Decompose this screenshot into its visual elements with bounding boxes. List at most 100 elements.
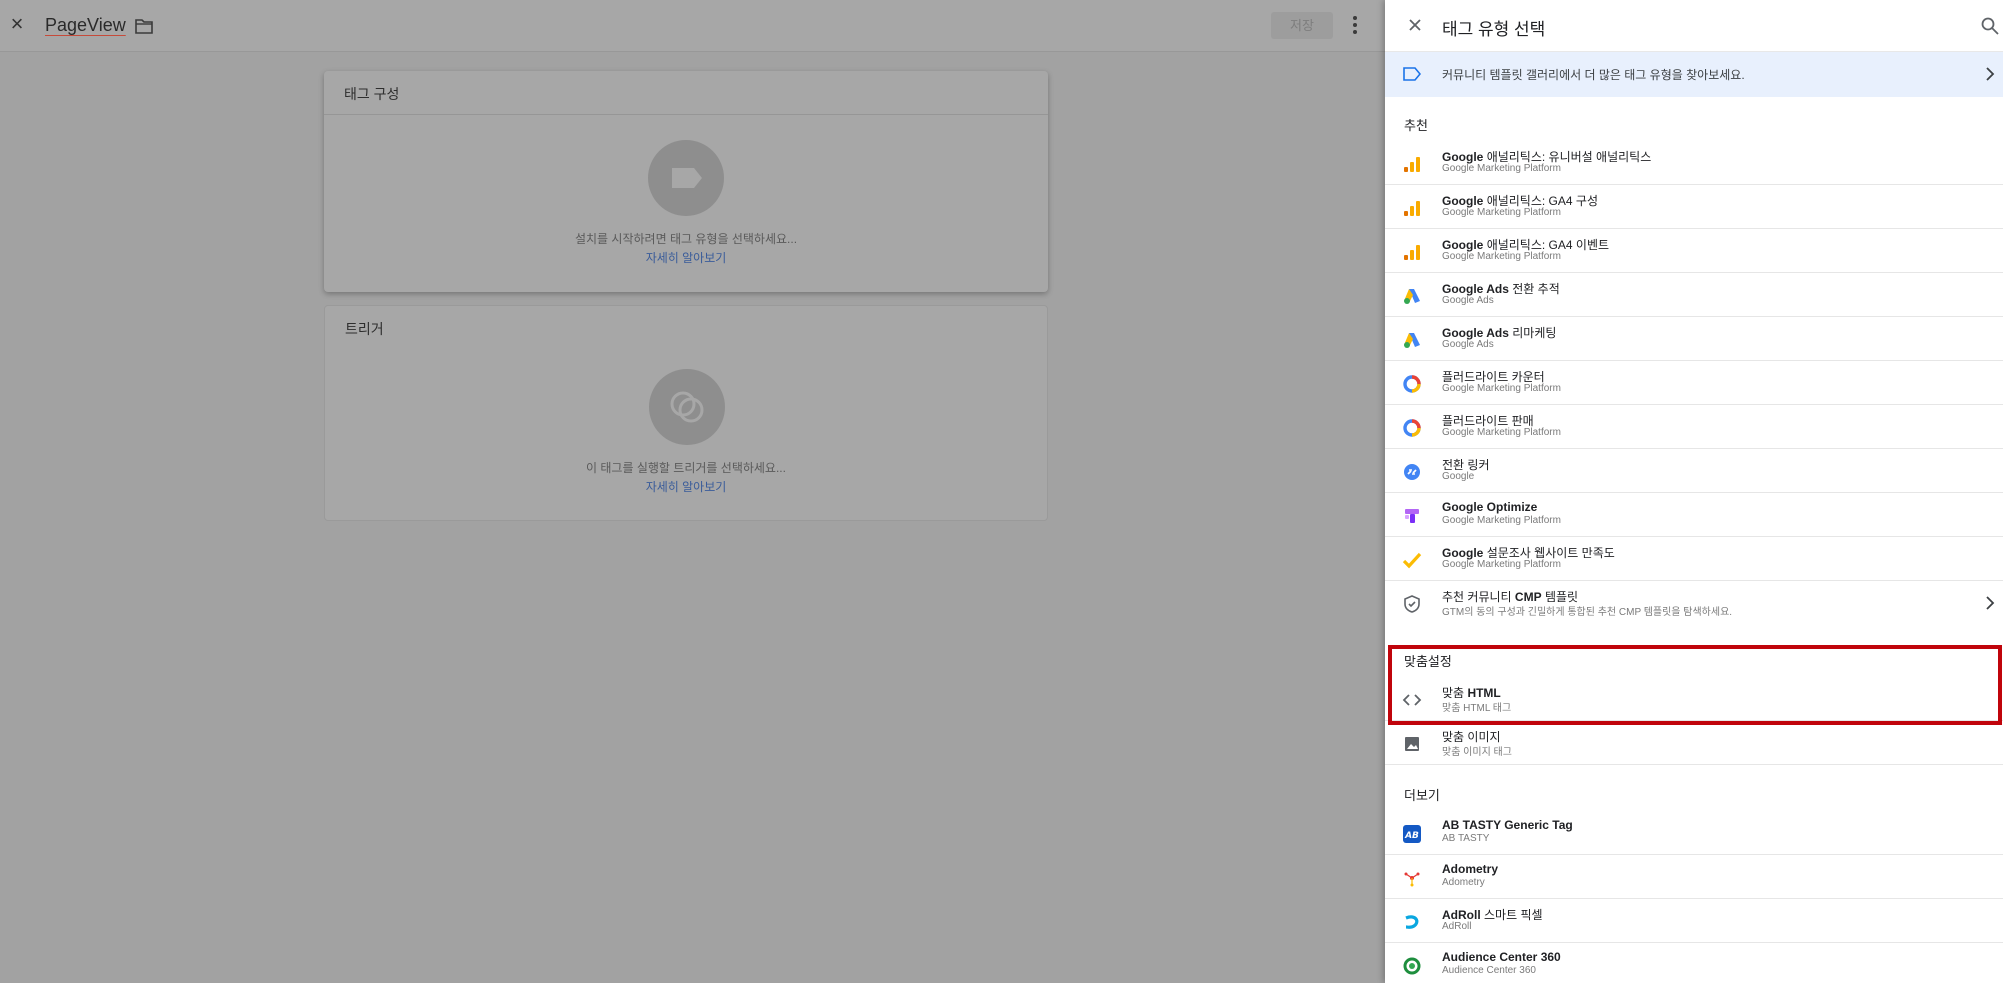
item-vendor: Google bbox=[1442, 471, 1475, 482]
panel-header: 태그 유형 선택 bbox=[1385, 0, 2003, 52]
more-vert-icon[interactable] bbox=[1348, 13, 1362, 37]
folder-icon[interactable] bbox=[135, 18, 153, 34]
list-item-adroll[interactable]: AdRoll 스마트 픽셀 AdRoll bbox=[1385, 899, 2003, 943]
list-item-ads-remarketing[interactable]: Google Ads 리마케팅 Google Ads bbox=[1385, 317, 2003, 361]
item-vendor: Adometry bbox=[1442, 877, 1485, 888]
item-description: 맞춤 이미지 태그 bbox=[1442, 747, 1512, 758]
list-item-custom-image[interactable]: 맞춤 이미지 맞춤 이미지 태그 bbox=[1385, 721, 2003, 765]
card-title: 태그 구성 bbox=[344, 86, 400, 102]
tag-configuration-card[interactable]: 태그 구성 설치를 시작하려면 태그 유형을 선택하세요... 자세히 알아보기 bbox=[324, 71, 1048, 292]
tag-name[interactable]: PageView bbox=[45, 15, 126, 36]
save-button[interactable]: 저장 bbox=[1271, 12, 1333, 39]
tag-placeholder-icon[interactable] bbox=[648, 140, 724, 216]
tag-outline-icon bbox=[1403, 67, 1421, 81]
analytics-icon bbox=[1404, 245, 1420, 260]
item-vendor: Google Marketing Platform bbox=[1442, 163, 1561, 174]
item-name-suffix: 템플릿 bbox=[1544, 590, 1579, 604]
shield-check-icon bbox=[1404, 595, 1420, 613]
image-icon bbox=[1405, 737, 1419, 751]
item-brand: HTML bbox=[1467, 686, 1501, 700]
list-item-optimize[interactable]: Google Optimize Google Marketing Platfor… bbox=[1385, 493, 2003, 537]
community-gallery-banner[interactable]: 커뮤니티 템플릿 갤러리에서 더 많은 태그 유형을 찾아보세요. bbox=[1385, 52, 2003, 97]
item-brand: Google Optimize bbox=[1442, 500, 1538, 514]
code-icon bbox=[1402, 694, 1422, 706]
item-name: 맞춤 이미지 bbox=[1442, 730, 1501, 744]
item-name: 플러드라이트 판매 bbox=[1442, 414, 1534, 428]
panel-title: 태그 유형 선택 bbox=[1442, 20, 1546, 39]
trigger-placeholder-icon[interactable] bbox=[649, 369, 725, 445]
conversion-linker-icon bbox=[1404, 464, 1420, 480]
list-item-ua[interactable]: Google 애널리틱스: 유니버설 애널리틱스 Google Marketin… bbox=[1385, 141, 2003, 185]
card-message: 설치를 시작하려면 태그 유형을 선택하세요... bbox=[574, 232, 798, 246]
adometry-icon bbox=[1404, 872, 1420, 887]
list-item-surveys[interactable]: Google 설문조사 웹사이트 만족도 Google Marketing Pl… bbox=[1385, 537, 2003, 581]
surveys-icon bbox=[1402, 552, 1422, 569]
item-brand: AdRoll bbox=[1442, 908, 1481, 922]
item-vendor: Google Marketing Platform bbox=[1442, 427, 1561, 438]
list-item-ga4-event[interactable]: Google 애널리틱스: GA4 이벤트 Google Marketing P… bbox=[1385, 229, 2003, 273]
search-icon[interactable] bbox=[1980, 16, 2000, 36]
item-brand: Google bbox=[1442, 194, 1484, 208]
item-name: 맞춤 bbox=[1442, 686, 1465, 700]
item-brand: Adometry bbox=[1442, 862, 1499, 876]
list-item-conversion-linker[interactable]: 전환 링커 Google bbox=[1385, 449, 2003, 493]
list-item-audience-center[interactable]: Audience Center 360 Audience Center 360 bbox=[1385, 943, 2003, 983]
item-name: 스마트 픽셀 bbox=[1484, 908, 1543, 922]
item-vendor: Google Marketing Platform bbox=[1442, 559, 1561, 570]
item-vendor: Google Marketing Platform bbox=[1442, 251, 1561, 262]
item-brand: AB TASTY Generic Tag bbox=[1442, 818, 1573, 832]
item-brand: Google bbox=[1442, 238, 1484, 252]
analytics-icon bbox=[1404, 157, 1420, 172]
gallery-text: 커뮤니티 템플릿 갤러리에서 더 많은 태그 유형을 찾아보세요. bbox=[1442, 68, 1745, 82]
item-vendor: Google Marketing Platform bbox=[1442, 515, 1561, 526]
learn-more-link[interactable]: 자세히 알아보기 bbox=[325, 478, 1047, 495]
item-name: 추천 커뮤니티 bbox=[1442, 590, 1512, 604]
item-name: 애널리틱스: 유니버설 애널리틱스 bbox=[1486, 150, 1652, 164]
list-item-floodlight-counter[interactable]: 플러드라이트 카운터 Google Marketing Platform bbox=[1385, 361, 2003, 405]
item-name: 리마케팅 bbox=[1512, 326, 1557, 340]
floodlight-icon bbox=[1403, 375, 1421, 393]
close-icon[interactable]: × bbox=[6, 13, 28, 35]
choose-tag-type-panel: 태그 유형 선택 커뮤니티 템플릿 갤러리에서 더 많은 태그 유형을 찾아보세… bbox=[1385, 0, 2003, 983]
list-item-adometry[interactable]: Adometry Adometry bbox=[1385, 855, 2003, 899]
item-name: 애널리틱스: GA4 구성 bbox=[1486, 194, 1598, 208]
section-title-custom: 맞춤설정 bbox=[1404, 654, 1452, 669]
item-description: 맞춤 HTML 태그 bbox=[1442, 703, 1512, 714]
list-item-custom-html[interactable]: 맞춤 HTML 맞춤 HTML 태그 bbox=[1385, 677, 2003, 721]
item-name: 애널리틱스: GA4 이벤트 bbox=[1486, 238, 1610, 252]
item-description: GTM의 동의 구성과 긴밀하게 통합된 추천 CMP 템플릿을 탐색하세요. bbox=[1442, 607, 1733, 618]
item-vendor: Google Marketing Platform bbox=[1442, 207, 1561, 218]
triggering-card[interactable]: 트리거 이 태그를 실행할 트리거를 선택하세요... 자세히 알아보기 bbox=[324, 305, 1048, 521]
learn-more-link[interactable]: 자세히 알아보기 bbox=[324, 249, 1048, 266]
list-item-cmp-templates[interactable]: 추천 커뮤니티 CMP 템플릿 GTM의 동의 구성과 긴밀하게 통합된 추천 … bbox=[1385, 581, 2003, 625]
item-vendor: Google Ads bbox=[1442, 339, 1494, 350]
svg-text:AB: AB bbox=[1404, 831, 1419, 841]
google-ads-icon bbox=[1404, 289, 1420, 304]
item-brand: CMP bbox=[1514, 590, 1542, 604]
item-name: 플러드라이트 카운터 bbox=[1442, 370, 1545, 384]
item-brand: Google Ads bbox=[1442, 282, 1509, 296]
audience-center-icon bbox=[1403, 957, 1421, 975]
list-item-floodlight-sales[interactable]: 플러드라이트 판매 Google Marketing Platform bbox=[1385, 405, 2003, 449]
item-vendor: Google Marketing Platform bbox=[1442, 383, 1561, 394]
item-vendor: AB TASTY bbox=[1442, 833, 1490, 844]
list-item-abtasty[interactable]: AB AB TASTY Generic Tag AB TASTY bbox=[1385, 811, 2003, 855]
floodlight-icon bbox=[1403, 419, 1421, 437]
divider bbox=[324, 114, 1048, 115]
tag-editor: × PageView 저장 태그 구성 설치를 시작하려면 태그 유형을 선택하… bbox=[0, 0, 1385, 983]
analytics-icon bbox=[1404, 201, 1420, 216]
list-item-ads-conversion[interactable]: Google Ads 전환 추적 Google Ads bbox=[1385, 273, 2003, 317]
item-vendor: Audience Center 360 bbox=[1442, 965, 1536, 976]
list-item-ga4-config[interactable]: Google 애널리틱스: GA4 구성 Google Marketing Pl… bbox=[1385, 185, 2003, 229]
editor-toolbar: × PageView 저장 bbox=[0, 0, 1385, 52]
item-brand: Audience Center 360 bbox=[1442, 950, 1561, 964]
section-title-recommended: 추천 bbox=[1404, 118, 1428, 133]
close-icon[interactable] bbox=[1405, 15, 1425, 35]
abtasty-icon: AB bbox=[1403, 825, 1421, 843]
item-brand: Google Ads bbox=[1442, 326, 1509, 340]
adroll-icon bbox=[1405, 915, 1419, 929]
card-message: 이 태그를 실행할 트리거를 선택하세요... bbox=[586, 461, 786, 475]
item-vendor: AdRoll bbox=[1442, 921, 1472, 932]
section-title-more: 더보기 bbox=[1404, 788, 1440, 803]
item-name: 전환 링커 bbox=[1442, 458, 1490, 472]
